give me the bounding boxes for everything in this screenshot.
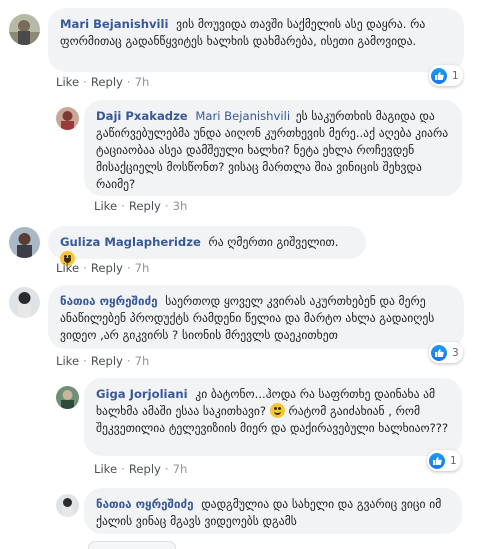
reply-button[interactable]: Reply bbox=[91, 75, 123, 89]
comment-actions: Like · Reply · 7h bbox=[56, 261, 150, 275]
reaction-count-value: 1 bbox=[450, 454, 457, 467]
like-button[interactable]: Like bbox=[56, 354, 79, 368]
comment-time[interactable]: 7h bbox=[173, 462, 188, 476]
smiling-face-emoji bbox=[269, 403, 285, 418]
mention-link[interactable]: Mari Bejanishvili bbox=[195, 109, 290, 123]
avatar[interactable] bbox=[9, 287, 40, 318]
comment-actions: Like · Reply · 3h bbox=[94, 199, 188, 213]
avatar[interactable] bbox=[56, 494, 79, 517]
comment-actions: Like · Reply · 7h bbox=[56, 354, 150, 368]
reply-button[interactable]: Reply bbox=[129, 199, 161, 213]
reaction-count[interactable]: 1 bbox=[429, 65, 463, 86]
avatar[interactable] bbox=[9, 14, 40, 45]
comment-author[interactable]: ნათია ოყრეშიძე bbox=[96, 497, 194, 511]
comment-author[interactable]: Daji Pxakadze bbox=[96, 109, 188, 123]
thumbs-up-icon bbox=[431, 67, 447, 84]
reply-button[interactable]: Reply bbox=[91, 261, 123, 275]
like-button[interactable]: Like bbox=[56, 75, 79, 89]
comment-bubble: Guliza Maglapheridze რა ღმერთი გიშველით. bbox=[48, 226, 366, 266]
reaction-count[interactable]: 3 bbox=[429, 342, 463, 363]
comment-thread: Mari Bejanishvili ვის მოუვიდა თავში საქმ… bbox=[0, 0, 492, 549]
thumbs-up-icon bbox=[431, 344, 447, 361]
reaction-count-value: 1 bbox=[452, 69, 459, 82]
comment-author[interactable]: Mari Bejanishvili bbox=[60, 17, 168, 31]
reply-input-partial[interactable] bbox=[88, 541, 176, 549]
avatar[interactable] bbox=[56, 386, 79, 409]
comment-author[interactable]: Giga Jorjoliani bbox=[96, 387, 188, 401]
comment-bubble: ნათია ოყრეშიძე დადგმულია და სახელი და გვ… bbox=[84, 488, 462, 534]
thumbs-up-icon bbox=[429, 452, 445, 469]
like-button[interactable]: Like bbox=[94, 199, 117, 213]
reply-button[interactable]: Reply bbox=[91, 354, 123, 368]
comment-author[interactable]: ნათია ოყრეშიძე bbox=[60, 294, 158, 308]
reaction-count[interactable]: 1 bbox=[427, 450, 461, 471]
avatar[interactable] bbox=[9, 227, 40, 258]
comment-author[interactable]: Guliza Maglapheridze bbox=[60, 235, 201, 249]
comment-actions: Like · Reply · 7h bbox=[94, 462, 188, 476]
comment-bubble: Giga Jorjoliani კი ბატონო...ჰოდა რა საფრ… bbox=[84, 378, 462, 456]
comment-time[interactable]: 3h bbox=[173, 199, 188, 213]
comment-text: რა ღმერთი გიშველით. bbox=[208, 235, 339, 249]
reply-button[interactable]: Reply bbox=[129, 462, 161, 476]
comment-time[interactable]: 7h bbox=[135, 75, 150, 89]
comment-bubble: Mari Bejanishvili ვის მოუვიდა თავში საქმ… bbox=[48, 8, 464, 72]
comment-actions: Like · Reply · 7h bbox=[56, 75, 150, 89]
comment-bubble: ნათია ოყრეშიძე საერთოდ ყოველ კვირას აკურ… bbox=[48, 285, 464, 349]
like-button[interactable]: Like bbox=[94, 462, 117, 476]
like-button[interactable]: Like bbox=[56, 261, 79, 275]
avatar[interactable] bbox=[56, 107, 79, 130]
reaction-count-value: 3 bbox=[452, 346, 459, 359]
comment-time[interactable]: 7h bbox=[135, 261, 150, 275]
comment-time[interactable]: 7h bbox=[135, 354, 150, 368]
comment-bubble: Daji Pxakadze Mari Bejanishvili ეს საკურ… bbox=[84, 100, 462, 196]
